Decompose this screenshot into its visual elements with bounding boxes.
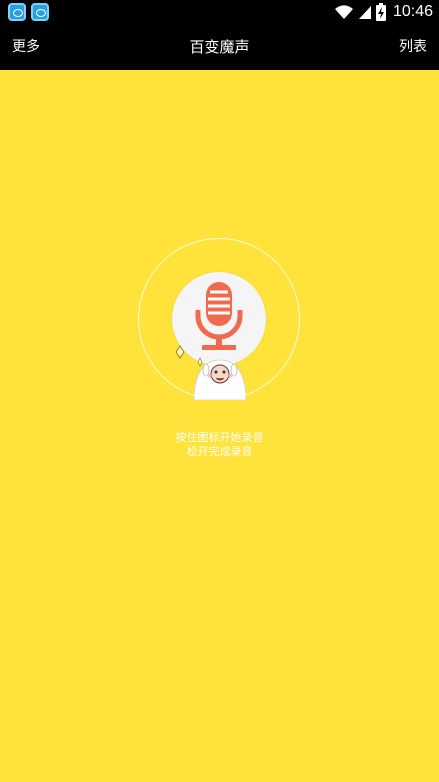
record-area <box>138 238 300 400</box>
wifi-icon <box>334 5 353 19</box>
mascot-illustration <box>176 345 247 400</box>
status-right: 10:46 <box>334 0 433 24</box>
record-hint-line2: 松开完成录音 <box>186 445 253 458</box>
microphone-icon <box>195 282 243 350</box>
status-time: 10:46 <box>392 3 433 20</box>
app-bar: 更多 百变魔声 列表 <box>0 24 439 70</box>
signal-icon <box>358 6 371 19</box>
record-hint-line1: 按住图标开始录音 <box>175 431 264 444</box>
battery-charging-icon <box>375 3 386 21</box>
page-title: 百变魔声 <box>189 38 250 56</box>
app-notification-icon <box>8 3 26 21</box>
list-button[interactable]: 列表 <box>399 24 427 70</box>
status-bar: 10:46 <box>0 0 439 24</box>
app-notification-icon <box>31 3 49 21</box>
